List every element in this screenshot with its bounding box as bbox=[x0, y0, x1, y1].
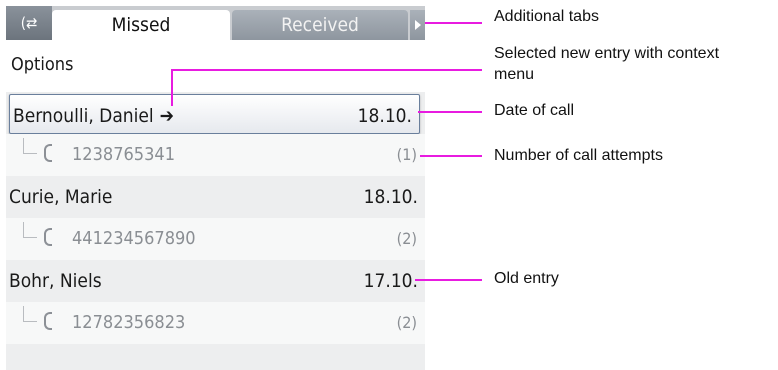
call-entry[interactable]: Bohr, Niels 17.10. bbox=[6, 260, 425, 302]
entry-number: 1238765341 bbox=[72, 144, 176, 165]
label-selected-entry: Selected new entry with context menu bbox=[494, 43, 778, 85]
entry-name: Bohr, Niels bbox=[9, 270, 102, 292]
callout-line-attempts bbox=[420, 155, 482, 157]
tab-received[interactable]: Received bbox=[232, 10, 408, 40]
phone-handset-icon bbox=[44, 312, 52, 330]
call-entry-detail[interactable]: 1238765341 (1) bbox=[6, 134, 425, 176]
call-entry-detail[interactable]: 441234567890 (2) bbox=[6, 218, 425, 260]
call-attempts: (2) bbox=[396, 229, 417, 248]
call-entry[interactable]: Curie, Marie 18.10. bbox=[6, 176, 425, 218]
entry-name: Curie, Marie bbox=[9, 186, 113, 208]
call-entry-selected[interactable]: Bernoulli, Daniel ➔ 18.10. bbox=[9, 94, 420, 134]
call-attempts: (1) bbox=[396, 145, 417, 164]
callout-line-date bbox=[418, 111, 482, 113]
phone-handset-icon bbox=[44, 228, 52, 246]
tree-branch-icon bbox=[23, 306, 37, 322]
tab-bar: (⇄ Missed Received bbox=[6, 6, 425, 40]
label-date-of-call: Date of call bbox=[494, 102, 575, 119]
options-label: Options bbox=[11, 54, 74, 75]
callout-line-selected-vertical bbox=[171, 69, 173, 106]
call-entry-detail[interactable]: 12782356823 (2) bbox=[6, 302, 425, 344]
phone-screen: (⇄ Missed Received Options Bernoulli, Da… bbox=[6, 6, 425, 370]
label-selected-entry-line1: Selected new entry with context bbox=[494, 45, 720, 62]
call-list-icon[interactable]: (⇄ bbox=[6, 6, 52, 40]
options-menu[interactable]: Options bbox=[6, 40, 425, 92]
more-tabs-arrow-icon[interactable] bbox=[410, 10, 425, 40]
label-additional-tabs: Additional tabs bbox=[494, 8, 599, 25]
entry-number: 441234567890 bbox=[72, 228, 196, 249]
phone-handset-icon bbox=[44, 144, 52, 162]
label-call-attempts: Number of call attempts bbox=[494, 147, 663, 164]
entry-number: 12782356823 bbox=[72, 312, 186, 333]
entry-date: 18.10. bbox=[363, 186, 418, 208]
label-old-entry: Old entry bbox=[494, 270, 559, 287]
context-menu-arrow-icon[interactable]: ➔ bbox=[160, 105, 174, 127]
tree-branch-icon bbox=[23, 222, 37, 238]
callout-line-selected bbox=[171, 69, 482, 71]
tree-branch-icon bbox=[23, 138, 37, 154]
entry-date: 18.10. bbox=[357, 105, 412, 127]
entry-name: Bernoulli, Daniel ➔ bbox=[13, 105, 174, 127]
entry-date: 17.10. bbox=[363, 270, 418, 292]
callout-line-tabs bbox=[425, 22, 482, 24]
call-attempts: (2) bbox=[396, 313, 417, 332]
callout-line-old-entry bbox=[415, 279, 482, 281]
label-selected-entry-line2: menu bbox=[494, 66, 535, 83]
tab-missed[interactable]: Missed bbox=[52, 10, 230, 40]
